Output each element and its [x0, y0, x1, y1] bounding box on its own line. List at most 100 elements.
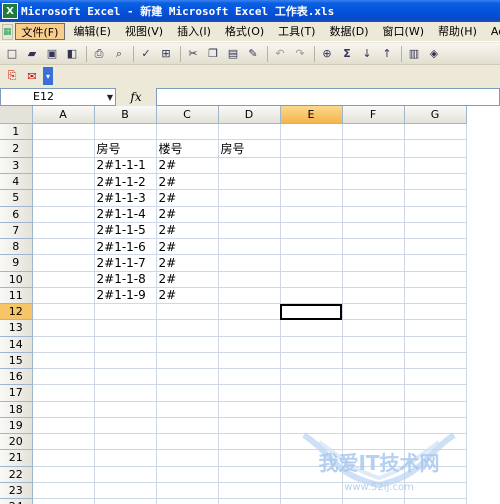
cell[interactable] [156, 368, 219, 386]
cell[interactable] [280, 384, 343, 402]
cell[interactable] [404, 417, 467, 435]
cell[interactable] [342, 271, 405, 288]
cell[interactable] [280, 498, 343, 504]
row-header[interactable]: 12 [0, 303, 33, 321]
cell[interactable] [32, 157, 95, 175]
cell[interactable] [94, 352, 157, 370]
menu-item[interactable]: 插入(I) [171, 23, 217, 40]
save-icon[interactable]: ▣ [43, 45, 61, 63]
autosum-icon[interactable]: Σ [338, 45, 356, 63]
cell[interactable] [404, 287, 467, 305]
toolbar-options-icon[interactable]: ▾ [43, 67, 53, 85]
cell[interactable] [404, 352, 467, 370]
cell[interactable] [218, 173, 281, 191]
cell[interactable] [404, 368, 467, 386]
cell[interactable] [94, 384, 157, 402]
cell[interactable]: 2# [156, 173, 219, 191]
cell[interactable] [342, 254, 405, 272]
drawing-icon[interactable]: ◈ [425, 45, 443, 63]
cell[interactable] [32, 417, 95, 435]
cell[interactable] [156, 303, 219, 321]
cell[interactable]: 2#1-1-7 [94, 254, 157, 272]
print-preview-icon[interactable]: ⌕ [110, 45, 128, 63]
menu-item[interactable]: 编辑(E) [67, 23, 117, 40]
cell[interactable] [32, 482, 95, 500]
menu-item[interactable]: 视图(V) [119, 23, 169, 40]
cell[interactable] [218, 189, 281, 207]
excel-app-icon[interactable]: X [2, 3, 18, 19]
cell[interactable] [32, 303, 95, 321]
cell[interactable] [280, 336, 343, 353]
column-header[interactable]: E [280, 106, 343, 124]
cell[interactable] [32, 401, 95, 418]
cell[interactable] [32, 352, 95, 370]
row-header[interactable]: 8 [0, 238, 33, 256]
row-header[interactable]: 18 [0, 401, 33, 418]
cell[interactable] [156, 498, 219, 504]
cell[interactable] [156, 384, 219, 402]
cell[interactable]: 2# [156, 254, 219, 272]
cell[interactable] [94, 449, 157, 467]
cell[interactable] [218, 466, 281, 483]
hyperlink-icon[interactable]: ⊕ [318, 45, 336, 63]
spelling-icon[interactable]: ✓ [137, 45, 155, 63]
row-header[interactable]: 20 [0, 433, 33, 451]
redo-icon[interactable]: ↷ [291, 45, 309, 63]
row-header[interactable]: 11 [0, 287, 33, 305]
paste-icon[interactable]: ▤ [224, 45, 242, 63]
cell[interactable] [218, 384, 281, 402]
row-header[interactable]: 23 [0, 482, 33, 500]
cell[interactable] [280, 449, 343, 467]
cell[interactable] [218, 352, 281, 370]
cell[interactable]: 2# [156, 287, 219, 305]
column-header[interactable]: F [342, 106, 405, 124]
cell[interactable] [218, 157, 281, 175]
column-header[interactable]: G [404, 106, 467, 124]
cell[interactable] [280, 238, 343, 256]
cell[interactable] [94, 466, 157, 483]
cell[interactable] [280, 482, 343, 500]
cell[interactable] [32, 336, 95, 353]
cell[interactable] [218, 123, 281, 140]
cell[interactable] [94, 482, 157, 500]
cell[interactable] [32, 139, 95, 158]
menu-item[interactable]: 帮助(H) [432, 23, 483, 40]
new-file-icon[interactable]: □ [3, 45, 21, 63]
research-icon[interactable]: ⊞ [157, 45, 175, 63]
row-header[interactable]: 22 [0, 466, 33, 483]
cell[interactable] [32, 384, 95, 402]
row-header[interactable]: 24 [0, 498, 33, 504]
cell[interactable]: 2#1-1-5 [94, 222, 157, 240]
cell[interactable]: 2#1-1-4 [94, 206, 157, 223]
cell[interactable] [156, 449, 219, 467]
row-header[interactable]: 5 [0, 189, 33, 207]
cell[interactable] [218, 482, 281, 500]
row-header[interactable]: 1 [0, 123, 33, 140]
cell[interactable] [342, 401, 405, 418]
cell[interactable] [32, 123, 95, 140]
cell[interactable] [218, 417, 281, 435]
cell[interactable] [218, 222, 281, 240]
cell[interactable] [342, 352, 405, 370]
cell[interactable] [404, 157, 467, 175]
cell[interactable] [280, 271, 343, 288]
chart-wizard-icon[interactable]: ▥ [405, 45, 423, 63]
cell[interactable] [218, 206, 281, 223]
cell[interactable] [342, 482, 405, 500]
cell[interactable] [94, 498, 157, 504]
cell[interactable] [280, 139, 343, 158]
cell[interactable] [280, 352, 343, 370]
cell[interactable] [218, 433, 281, 451]
name-box[interactable]: E12 ▼ [0, 87, 116, 106]
cell[interactable] [404, 303, 467, 321]
cell[interactable] [404, 139, 467, 158]
cell[interactable] [342, 157, 405, 175]
cell[interactable] [218, 319, 281, 337]
cell[interactable] [94, 336, 157, 353]
cell[interactable] [404, 466, 467, 483]
cell[interactable] [342, 222, 405, 240]
cell[interactable] [32, 254, 95, 272]
row-header[interactable]: 3 [0, 157, 33, 175]
cell[interactable] [342, 336, 405, 353]
cell[interactable] [94, 433, 157, 451]
